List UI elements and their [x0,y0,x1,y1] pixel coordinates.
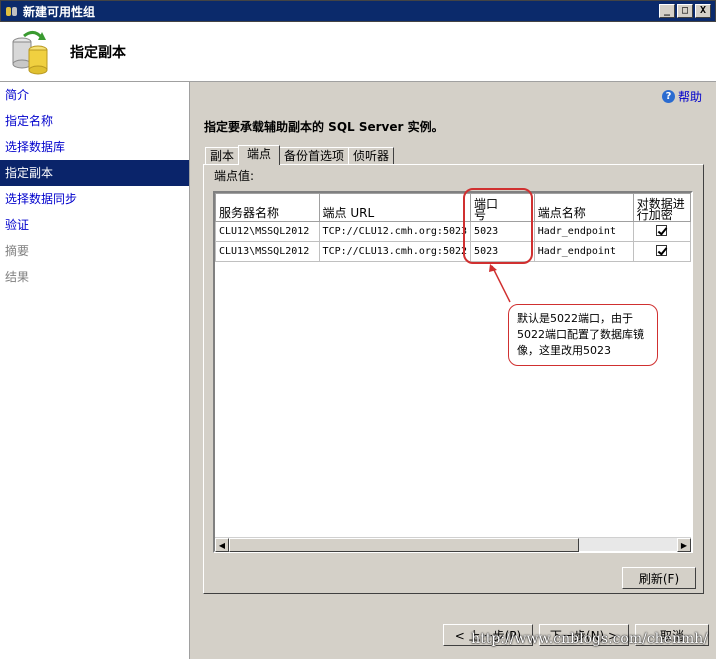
scroll-left-icon[interactable]: ◀ [215,538,229,552]
help-icon: ? [661,90,675,103]
cell-endpoint-name: Hadr_endpoint [533,241,634,262]
page-header: 指定副本 [0,22,716,82]
maximize-button[interactable]: □ [677,4,693,18]
col-encrypt[interactable]: 对数据进 行加密 [632,193,692,222]
cell-encrypt [632,221,692,242]
encrypt-checkbox[interactable] [656,244,668,256]
table-row[interactable]: CLU13\MSSQL2012 TCP://CLU13.cmh.org:5022… [215,241,692,262]
close-button[interactable]: X [695,4,711,18]
scroll-thumb[interactable] [229,538,579,552]
col-endpoint-name[interactable]: 端点名称 [533,193,634,222]
page-title: 指定副本 [70,45,126,61]
port-highlight [463,188,533,264]
nav-item-summary: 摘要 [5,244,30,258]
nav-item-databases[interactable]: 选择数据库 [0,134,189,160]
nav-item-validation[interactable]: 验证 [0,212,189,238]
horizontal-scrollbar[interactable]: ◀ ▶ [215,537,691,552]
annotation-callout: 默认是5022端口，由于5022端口配置了数据库镜像，这里改用5023 [508,304,658,366]
wizard-steps: 简介 指定名称 选择数据库 指定副本 选择数据同步 验证 摘要 结果 [0,82,190,659]
endpoint-grid: 服务器名称 端点 URL 端口 号 端点名称 对数据进 行加密 CLU12\MS… [213,191,693,553]
nav-item-sync[interactable]: 选择数据同步 [0,186,189,212]
nav-item-results: 结果 [5,270,30,284]
scroll-right-icon[interactable]: ▶ [677,538,691,552]
endpoints-tab-panel: 端点值: 服务器名称 端点 URL 端口 号 端点名称 对数据进 行加密 CLU… [203,164,704,594]
window-title: 新建可用性组 [23,4,96,19]
tab-endpoints[interactable]: 端点 [238,145,281,165]
refresh-button[interactable]: 刷新(F) [622,567,696,589]
cell-endpoint-name: Hadr_endpoint [533,221,634,242]
callout-arrow-icon [489,264,511,303]
tab-listener[interactable]: 侦听器 [348,147,395,165]
col-endpoint-url[interactable]: 端点 URL [318,193,472,222]
main-panel: ? 帮助 指定要承载辅助副本的 SQL Server 实例。 副本 端点 备份首… [191,82,716,659]
encrypt-checkbox[interactable] [656,224,668,236]
cell-url: TCP://CLU13.cmh.org:5022 [318,241,472,262]
cell-encrypt [632,241,692,262]
endpoint-values-label: 端点值: [214,169,255,183]
cell-url: TCP://CLU12.cmh.org:5023 [318,221,472,242]
database-replica-icon [12,31,48,75]
cell-server: CLU13\MSSQL2012 [215,241,320,262]
tab-replicas[interactable]: 副本 [205,147,240,165]
nav-item-name[interactable]: 指定名称 [0,108,189,134]
nav-item-intro[interactable]: 简介 [0,82,189,108]
col-server-name[interactable]: 服务器名称 [215,193,320,222]
minimize-button[interactable]: _ [659,4,675,18]
title-bar: 新建可用性组 _ □ X [0,0,716,22]
watermark-text: http://www.cnblogs.com/chenmh/ [471,631,708,647]
cell-server: CLU12\MSSQL2012 [215,221,320,242]
instruction-text: 指定要承载辅助副本的 SQL Server 实例。 [204,120,444,134]
help-link[interactable]: ? 帮助 [661,88,702,105]
nav-item-replicas[interactable]: 指定副本 [0,160,189,186]
endpoint-table: 服务器名称 端点 URL 端口 号 端点名称 对数据进 行加密 CLU12\MS… [215,193,692,262]
availability-group-icon [6,7,17,16]
table-row[interactable]: CLU12\MSSQL2012 TCP://CLU12.cmh.org:5023… [215,221,692,242]
tab-strip: 副本 端点 备份首选项 侦听器 [205,145,395,165]
tab-backup-preferences[interactable]: 备份首选项 [279,147,350,165]
help-label: 帮助 [677,90,702,104]
